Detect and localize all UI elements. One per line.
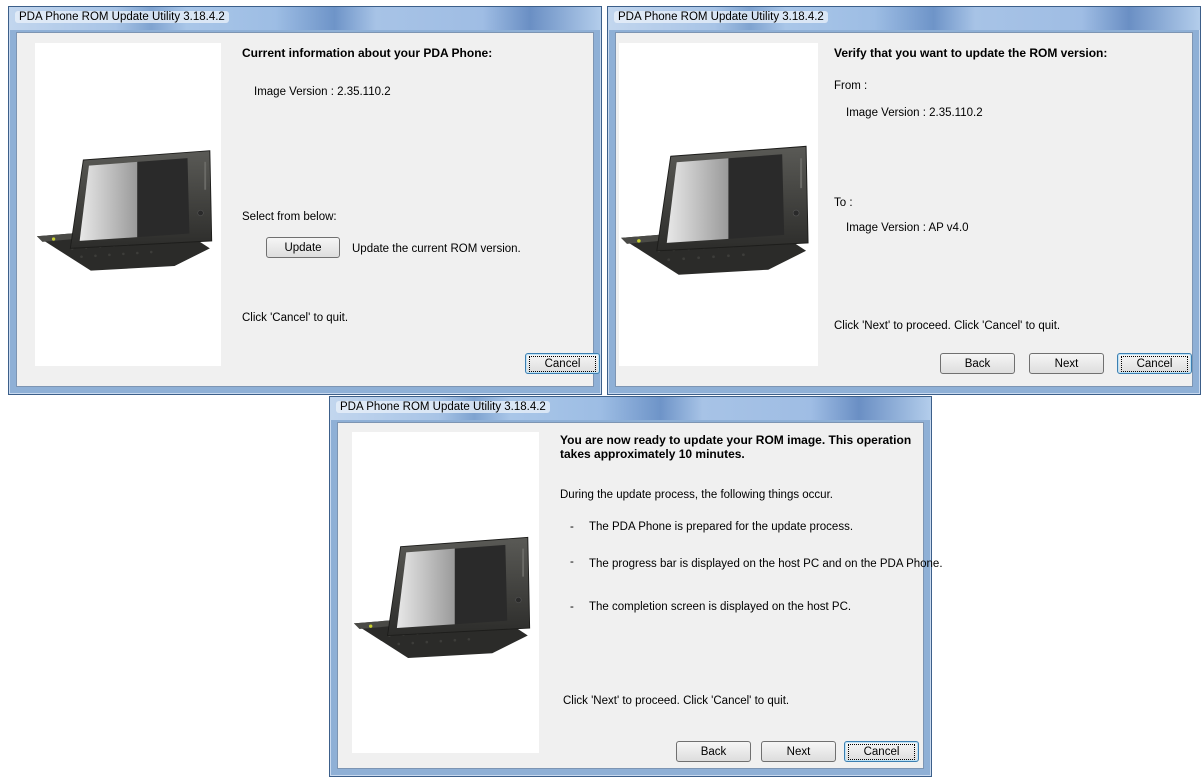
dialog-client-area: You are now ready to update your ROM ima… xyxy=(337,422,943,769)
cancel-button-label: Cancel xyxy=(847,743,916,760)
heading-line-1: You are now ready to update your ROM ima… xyxy=(560,433,912,447)
title-bar[interactable]: PDA Phone ROM Update Utility 3.18.4.2 xyxy=(608,7,1200,30)
device-image-panel xyxy=(35,43,221,366)
window-title: PDA Phone ROM Update Utility 3.18.4.2 xyxy=(15,11,229,23)
cancel-button-label: Cancel xyxy=(528,355,597,372)
cancel-button[interactable]: Cancel xyxy=(844,741,919,762)
bullet-dash: - xyxy=(570,521,574,533)
instruction-text: Click 'Next' to proceed. Click 'Cancel' … xyxy=(563,695,790,707)
dialog-window-verify: PDA Phone ROM Update Utility 3.18.4.2 Ve… xyxy=(607,6,1201,395)
dialog-client-area: Current information about your PDA Phone… xyxy=(16,32,600,387)
instruction-text: Click 'Next' to proceed. Click 'Cancel' … xyxy=(834,320,1061,332)
back-button[interactable]: Back xyxy=(940,353,1015,374)
from-label: From : xyxy=(834,80,868,92)
heading-line-2: takes approximately 10 minutes. xyxy=(560,447,745,461)
back-button[interactable]: Back xyxy=(676,741,751,762)
window-title: PDA Phone ROM Update Utility 3.18.4.2 xyxy=(614,11,828,23)
dialog-window-current-info: PDA Phone ROM Update Utility 3.18.4.2 Cu… xyxy=(8,6,602,395)
window-title: PDA Phone ROM Update Utility 3.18.4.2 xyxy=(336,401,550,413)
pda-device-image xyxy=(619,143,818,283)
list-item: The progress bar is displayed on the hos… xyxy=(589,558,943,570)
bullet-dash: - xyxy=(570,601,574,613)
pda-device-image xyxy=(352,530,539,670)
bullet-dash: - xyxy=(570,556,574,568)
pda-device-image xyxy=(35,143,221,283)
next-button[interactable]: Next xyxy=(1029,353,1104,374)
list-item: The PDA Phone is prepared for the update… xyxy=(589,521,854,533)
cancel-button[interactable]: Cancel xyxy=(1117,353,1192,374)
update-description: Update the current ROM version. xyxy=(352,243,521,255)
to-image-version: Image Version : AP v4.0 xyxy=(846,222,969,234)
process-intro: During the update process, the following… xyxy=(560,489,833,501)
dialog-client-area: Verify that you want to update the ROM v… xyxy=(615,32,1193,387)
device-image-panel xyxy=(352,432,539,753)
next-button[interactable]: Next xyxy=(761,741,836,762)
instruction-text: Click 'Cancel' to quit. xyxy=(242,312,349,324)
update-button[interactable]: Update xyxy=(266,237,340,258)
image-version-label: Image Version : 2.35.110.2 xyxy=(254,86,391,98)
title-bar[interactable]: PDA Phone ROM Update Utility 3.18.4.2 xyxy=(330,397,931,420)
device-image-panel xyxy=(619,43,818,366)
section-heading: Verify that you want to update the ROM v… xyxy=(834,46,1108,60)
title-bar[interactable]: PDA Phone ROM Update Utility 3.18.4.2 xyxy=(9,7,601,30)
from-image-version: Image Version : 2.35.110.2 xyxy=(846,107,983,119)
cancel-button-label: Cancel xyxy=(1120,355,1189,372)
list-item: The completion screen is displayed on th… xyxy=(589,601,852,613)
to-label: To : xyxy=(834,197,853,209)
section-heading: Current information about your PDA Phone… xyxy=(242,46,493,60)
select-label: Select from below: xyxy=(242,211,337,223)
cancel-button[interactable]: Cancel xyxy=(525,353,600,374)
dialog-window-ready: PDA Phone ROM Update Utility 3.18.4.2 Yo… xyxy=(329,396,943,777)
